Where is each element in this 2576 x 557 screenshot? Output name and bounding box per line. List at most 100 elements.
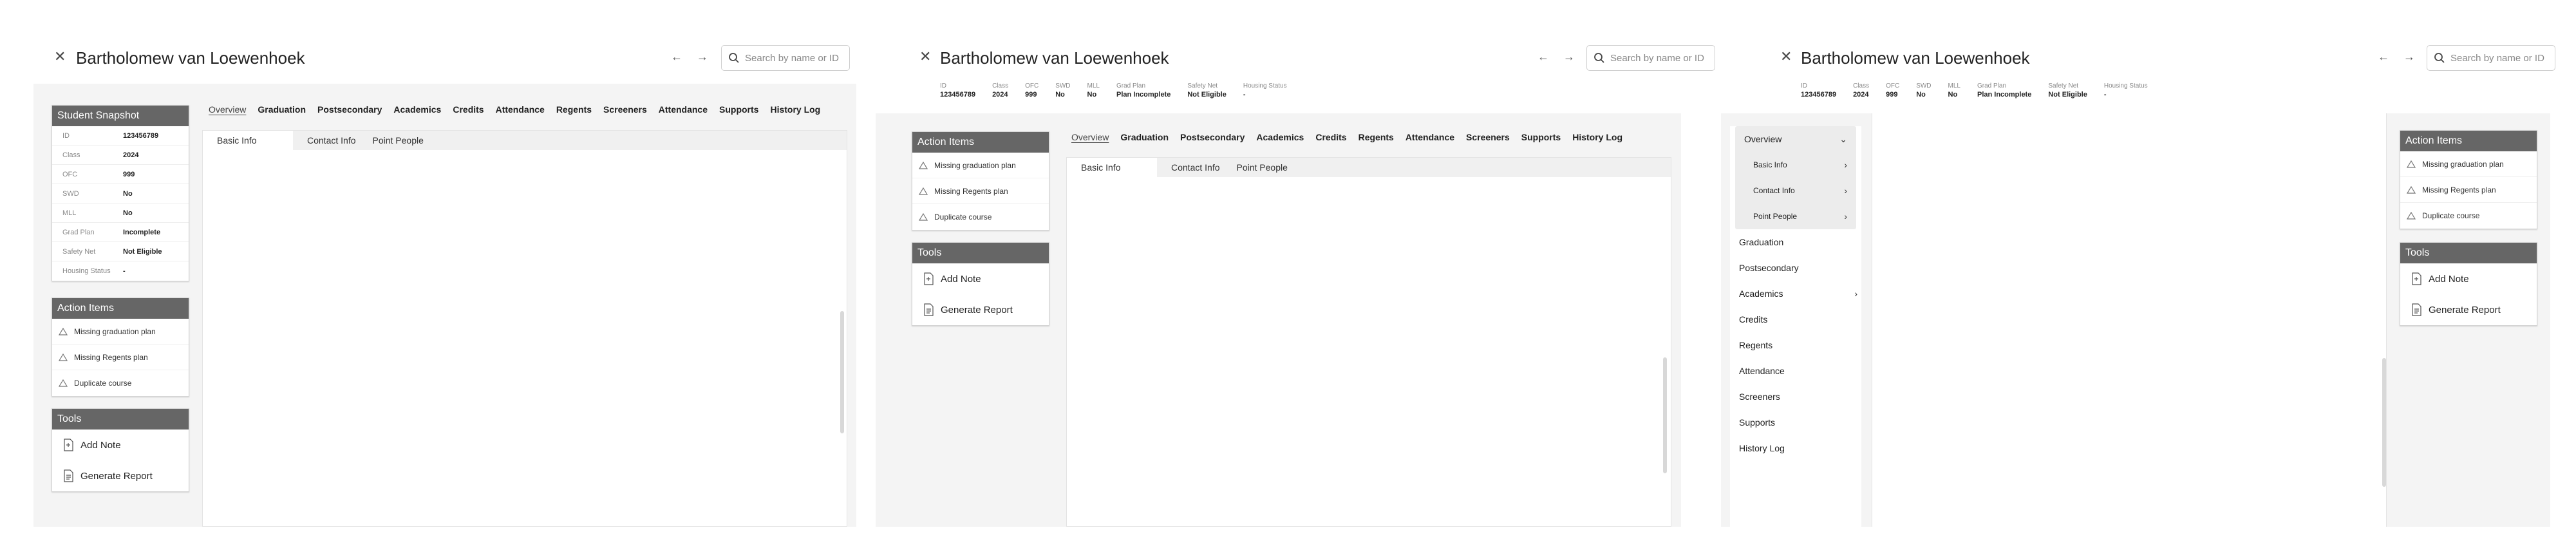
action-item[interactable]: Missing graduation plan — [52, 319, 189, 345]
tab-postsecondary[interactable]: Postsecondary — [317, 104, 382, 115]
tab-overview[interactable]: Overview — [1071, 132, 1109, 142]
report-icon — [924, 303, 934, 316]
tools-title: Tools — [912, 243, 1049, 263]
chevron-down-icon: ⌄ — [1839, 134, 1847, 144]
action-item[interactable]: Duplicate course — [912, 204, 1049, 230]
sidenav-item-academics[interactable]: Academics › — [1730, 281, 1861, 307]
tab-academics[interactable]: Academics — [393, 104, 441, 115]
sidenav-item-graduation[interactable]: Graduation — [1730, 229, 1861, 255]
close-icon[interactable]: ✕ — [54, 48, 66, 65]
scrollbar[interactable] — [840, 311, 844, 433]
content-area: Basic Info Contact Info Point People — [202, 130, 847, 527]
tab-history-log[interactable]: History Log — [770, 104, 820, 115]
tab-attendance[interactable]: Attendance — [496, 104, 545, 115]
tab-graduation[interactable]: Graduation — [258, 104, 306, 115]
action-item[interactable]: Missing graduation plan — [912, 153, 1049, 178]
add-note-button[interactable]: Add Note — [912, 263, 1049, 294]
add-note-button[interactable]: Add Note — [52, 430, 189, 460]
snapshot-row: ID 123456789 — [52, 126, 189, 146]
tab-screeners[interactable]: Screeners — [603, 104, 647, 115]
scrollbar[interactable] — [2382, 358, 2386, 487]
chevron-right-icon: › — [1844, 160, 1847, 170]
snapshot-row: OFC 999 — [52, 165, 189, 184]
arrow-left-icon[interactable]: ← — [671, 50, 682, 63]
sidenav-item-attendance[interactable]: Attendance — [1730, 358, 1861, 384]
generate-report-button[interactable]: Generate Report — [2400, 294, 2537, 325]
tab-postsecondary[interactable]: Postsecondary — [1180, 132, 1245, 142]
sidenav-item-point-people[interactable]: Point People › — [1735, 203, 1856, 229]
student-info-strip: ID 123456789 Class 2024 OFC 999 SWD No MLL No… — [1801, 82, 2148, 99]
subtab-contact-info[interactable]: Contact Info — [1157, 158, 1234, 177]
tab-supports[interactable]: Supports — [1521, 132, 1561, 142]
snapshot-row: Housing Status - — [62, 267, 126, 275]
sidenav-item-overview[interactable]: Overview ⌄ — [1735, 126, 1856, 152]
tab-overview[interactable]: Overview — [209, 104, 246, 115]
tab-history-log[interactable]: History Log — [1572, 132, 1622, 142]
tab-screeners[interactable]: Screeners — [1466, 132, 1510, 142]
tools-card: Tools Add Note Generate Report — [2400, 242, 2537, 326]
tools-card: Tools Add Note Generate Report — [912, 242, 1049, 326]
sidenav-item-supports[interactable]: Supports — [1730, 410, 1861, 435]
warning-icon — [919, 187, 928, 195]
chevron-right-icon: › — [1854, 288, 1857, 299]
search-placeholder: Search by name or ID — [745, 53, 839, 64]
action-item[interactable]: Missing Regents plan — [912, 178, 1049, 204]
sidenav-item-history-log[interactable]: History Log — [1730, 435, 1861, 461]
chevron-right-icon: › — [1844, 185, 1847, 196]
tab-credits[interactable]: Credits — [1315, 132, 1346, 142]
tab-regents[interactable]: Regents — [556, 104, 592, 115]
subtab-contact-info[interactable]: Contact Info — [293, 131, 370, 150]
scrollbar[interactable] — [1663, 357, 1667, 473]
snapshot-row: Class 2024 — [52, 146, 189, 165]
tab-attendance[interactable]: Attendance — [1406, 132, 1454, 142]
arrow-left-icon[interactable]: ← — [2378, 50, 2389, 63]
sidenav-item-credits[interactable]: Credits — [1730, 307, 1861, 332]
tab-credits[interactable]: Credits — [453, 104, 484, 115]
search-placeholder: Search by name or ID — [1610, 53, 1704, 64]
warning-icon — [59, 327, 68, 335]
action-item[interactable]: Missing Regents plan — [2400, 177, 2537, 203]
search-input[interactable]: Search by name or ID — [1586, 45, 1715, 71]
sidenav-item-screeners[interactable]: Screeners — [1730, 384, 1861, 410]
content-area — [1872, 113, 2387, 527]
subtab-point-people[interactable]: Point People — [370, 131, 438, 150]
tab-graduation[interactable]: Graduation — [1120, 132, 1169, 142]
arrow-right-icon[interactable]: → — [1563, 50, 1575, 63]
tab-academics[interactable]: Academics — [1256, 132, 1304, 142]
arrow-left-icon[interactable]: ← — [1537, 50, 1549, 63]
subtab-basic-info[interactable]: Basic Info — [203, 131, 293, 150]
sidenav-item-contact-info[interactable]: Contact Info › — [1735, 178, 1856, 203]
side-nav: Overview ⌄ Basic Info › Contact Info › Poin… — [1730, 126, 1861, 527]
report-icon — [64, 469, 73, 482]
close-icon[interactable]: ✕ — [919, 48, 931, 65]
search-placeholder: Search by name or ID — [2450, 53, 2544, 64]
search-input[interactable]: Search by name or ID — [721, 45, 850, 71]
generate-report-button[interactable]: Generate Report — [52, 460, 189, 491]
subtab-point-people[interactable]: Point People — [1234, 158, 1302, 177]
close-icon[interactable]: ✕ — [1780, 48, 1792, 65]
search-icon — [729, 53, 739, 63]
arrow-right-icon[interactable]: → — [2403, 50, 2415, 63]
tab-supports[interactable]: Supports — [719, 104, 758, 115]
action-item[interactable]: Duplicate course — [2400, 203, 2537, 229]
search-input[interactable]: Search by name or ID — [2427, 45, 2555, 71]
action-items-card: Action Items Missing graduation plan Mis… — [52, 297, 189, 397]
snapshot-row: Grad Plan Incomplete — [52, 223, 189, 242]
tab-attendance-2[interactable]: Attendance — [659, 104, 708, 115]
action-item[interactable]: Missing Regents plan — [52, 345, 189, 370]
sidenav-item-basic-info[interactable]: Basic Info › — [1735, 152, 1856, 178]
action-item[interactable]: Duplicate course — [52, 370, 189, 396]
sidenav-item-postsecondary[interactable]: Postsecondary — [1730, 255, 1861, 281]
add-note-button[interactable]: Add Note — [2400, 263, 2537, 294]
panel-desktop: ✕ Bartholomew van Loewenhoek ← → Search … — [33, 32, 856, 527]
action-item[interactable]: Missing graduation plan — [2400, 151, 2537, 177]
student-name-title: Bartholomew van Loewenhoek — [1801, 48, 2030, 68]
section-tabs: Overview Graduation Postsecondary Academ… — [209, 104, 820, 115]
subtab-basic-info[interactable]: Basic Info — [1067, 158, 1157, 177]
arrow-right-icon[interactable]: → — [697, 50, 708, 63]
generate-report-button[interactable]: Generate Report — [912, 294, 1049, 325]
sidenav-item-regents[interactable]: Regents — [1730, 332, 1861, 358]
add-note-icon — [2412, 272, 2421, 285]
tab-regents[interactable]: Regents — [1359, 132, 1394, 142]
warning-icon — [59, 353, 68, 361]
